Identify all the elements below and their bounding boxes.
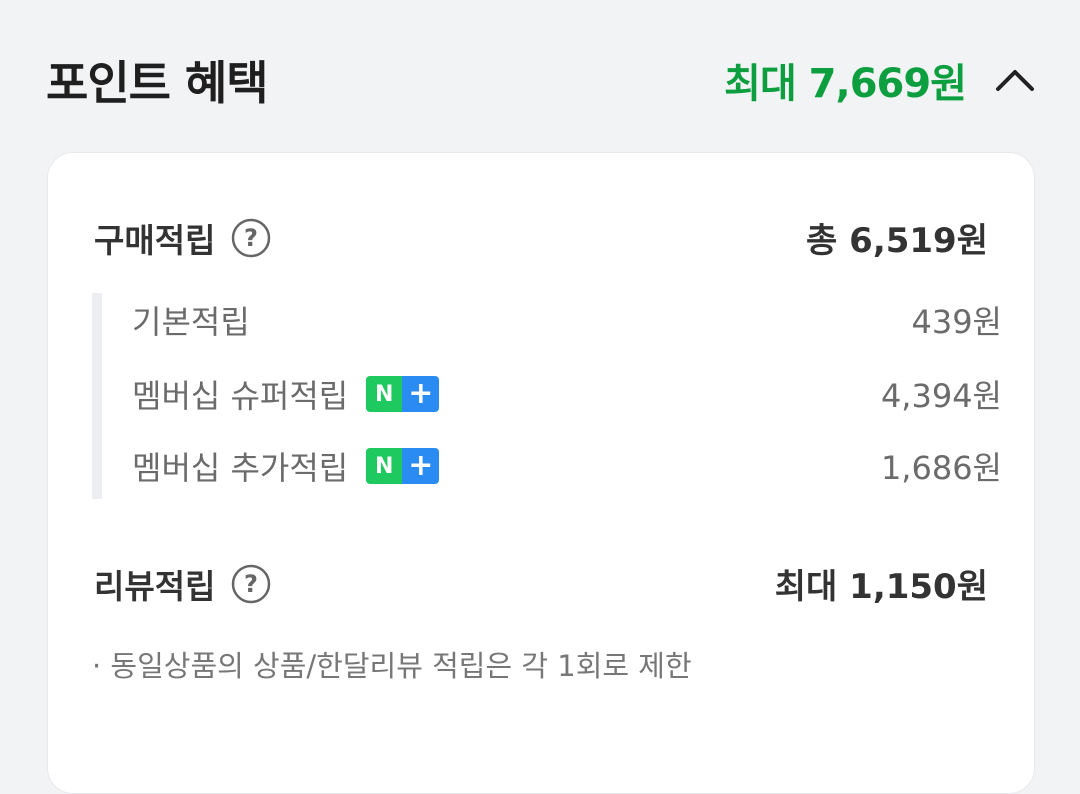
reward-label-wrap: 멤버십 슈퍼적립 N + <box>132 371 440 417</box>
question-circle-icon[interactable]: ? <box>231 218 271 258</box>
max-benefit-amount: 최대 7,669원 <box>724 61 967 107</box>
purchase-reward-title: 구매적립 <box>94 220 216 260</box>
review-reward-title: 리뷰적립 <box>94 566 216 606</box>
header-right[interactable]: 최대 7,669원 <box>724 51 1036 109</box>
reward-label: 멤버십 추가적립 <box>132 449 349 487</box>
reward-amount: 4,394원 <box>880 377 1002 415</box>
list-item: 멤버십 슈퍼적립 N + 4,394원 <box>132 371 1002 417</box>
review-reward-total: 최대 1,150원 <box>774 567 988 607</box>
purchase-reward-breakdown: 기본적립 439원 멤버십 슈퍼적립 N + 4,394원 멤버십 추가적립 N… <box>92 293 1048 499</box>
benefits-card: 구매적립 ? 총 6,519원 기본적립 439원 멤버십 슈퍼적립 N + 4… <box>47 152 1035 794</box>
list-item: 기본적립 439원 <box>132 297 1002 343</box>
review-reward-title-wrap: 리뷰적립 ? <box>94 560 271 608</box>
question-circle-icon[interactable]: ? <box>231 564 271 604</box>
nplus-badge-plus: + <box>402 376 440 412</box>
list-item: 멤버십 추가적립 N + 1,686원 <box>132 443 1002 489</box>
nplus-badge-n: N <box>366 448 403 484</box>
review-reward-row: 리뷰적립 ? 최대 1,150원 <box>94 559 988 608</box>
purchase-reward-row: 구매적립 ? 총 6,519원 <box>94 213 988 262</box>
reward-amount: 439원 <box>911 303 1002 341</box>
reward-label: 멤버십 슈퍼적립 <box>132 377 349 415</box>
svg-text:?: ? <box>244 570 258 598</box>
svg-text:?: ? <box>244 224 258 252</box>
nplus-badge: N + <box>366 448 440 484</box>
reward-label: 기본적립 <box>132 303 250 341</box>
purchase-reward-title-wrap: 구매적립 ? <box>94 214 271 262</box>
benefits-header[interactable]: 포인트 혜택 최대 7,669원 <box>46 40 1036 120</box>
section-title: 포인트 혜택 <box>46 56 269 110</box>
review-note: · 동일상품의 상품/한달리뷰 적립은 각 1회로 제한 <box>92 649 692 683</box>
purchase-reward-total: 총 6,519원 <box>806 221 988 261</box>
chevron-up-icon[interactable] <box>994 59 1036 101</box>
reward-label-wrap: 멤버십 추가적립 N + <box>132 443 440 489</box>
nplus-badge: N + <box>366 376 440 412</box>
reward-amount: 1,686원 <box>880 449 1002 487</box>
nplus-badge-plus: + <box>402 448 440 484</box>
nplus-badge-n: N <box>366 376 403 412</box>
